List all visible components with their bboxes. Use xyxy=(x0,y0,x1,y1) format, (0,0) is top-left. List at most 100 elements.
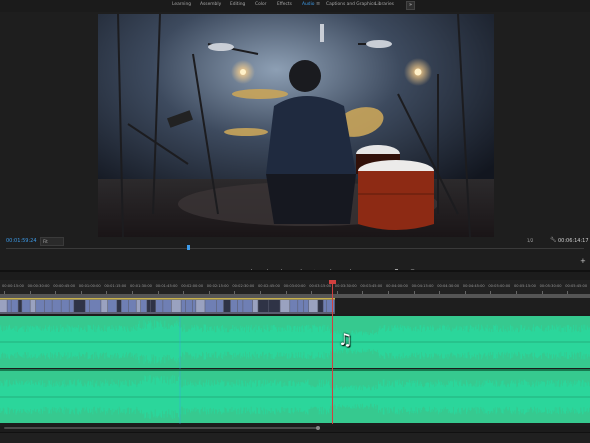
workspace-menu-icon[interactable]: ≡ xyxy=(316,1,320,7)
ruler-tick-label: 00:04:30:00 xyxy=(437,284,459,288)
timeline-bottom-bar xyxy=(0,432,590,443)
ruler-tick-label: 00:04:15:00 xyxy=(412,284,434,288)
video-clip xyxy=(108,300,116,312)
video-clip xyxy=(163,300,171,312)
video-clip xyxy=(90,300,101,312)
video-clip xyxy=(327,300,335,312)
video-clip xyxy=(172,300,181,312)
video-clip xyxy=(45,300,52,312)
ruler-tick-label: 00:05:15:00 xyxy=(514,284,536,288)
duration-timecode: 00:06:14:17 xyxy=(558,238,589,244)
video-clip xyxy=(0,300,7,312)
video-clip xyxy=(117,300,121,312)
video-clip xyxy=(258,300,268,312)
video-clip xyxy=(243,300,252,312)
ruler-tick-label: 00:02:15:00 xyxy=(207,284,229,288)
video-clip xyxy=(205,300,216,312)
ruler-tick-label: 00:02:30:00 xyxy=(232,284,254,288)
ruler-tick-label: 00:03:45:00 xyxy=(360,284,382,288)
workspace-tab-editing[interactable]: Editing xyxy=(230,2,245,7)
button-editor-add-button[interactable]: + xyxy=(580,257,586,265)
ruler-tick-label: 00:05:45:00 xyxy=(565,284,587,288)
video-clip xyxy=(101,300,107,312)
video-clip xyxy=(11,300,17,312)
program-monitor-video-frame xyxy=(98,14,494,237)
video-clip xyxy=(224,300,230,312)
workspace-tab-audio[interactable]: Audio xyxy=(302,2,314,7)
transport-controls: ▾ | | |← ◂| ▶ |▸ →| ⊏ ⊐ ◘ ⊞ xyxy=(230,258,418,266)
timeline-time-ruler[interactable]: 00:00:15:00 00:00:30:0000:00:45:00 00:01:0… xyxy=(0,280,590,294)
video-clip xyxy=(304,300,308,312)
monitor-scrub-bar[interactable] xyxy=(6,248,584,249)
ruler-tick-label: 00:01:45:00 xyxy=(156,284,178,288)
ruler-tick-label: 00:04:00:00 xyxy=(386,284,408,288)
video-clip xyxy=(122,300,128,312)
monitor-playhead-marker[interactable] xyxy=(187,245,190,250)
video-clip xyxy=(269,300,280,312)
wrench-icon[interactable]: 🔧︎ xyxy=(550,237,556,243)
timeline-playhead-handle[interactable] xyxy=(329,280,336,284)
workspace-tab-captions-and-graphics[interactable]: Captions and Graphics xyxy=(326,2,376,7)
timeline-playhead[interactable] xyxy=(332,280,333,424)
drummer-studio-scene-image xyxy=(98,14,494,237)
timeline-scroll-thumb[interactable] xyxy=(4,427,318,429)
video-clip xyxy=(217,300,223,312)
video-clips[interactable] xyxy=(0,298,335,314)
workspace-tab-color[interactable]: Color xyxy=(255,2,266,7)
current-timecode[interactable]: 00:01:59:24 xyxy=(6,238,37,244)
video-clip xyxy=(280,300,289,312)
video-clip xyxy=(231,300,237,312)
video-clip xyxy=(86,300,89,312)
video-clip xyxy=(22,300,30,312)
ruler-tick-label: 00:01:15:00 xyxy=(104,284,126,288)
video-clip xyxy=(74,300,85,312)
ruler-tick-label: 00:03:30:00 xyxy=(335,284,357,288)
ruler-tick-label: 00:05:00:00 xyxy=(488,284,510,288)
ruler-tick-label: 00:01:00:00 xyxy=(79,284,101,288)
ruler-tick-label: 00:03:15:00 xyxy=(309,284,331,288)
video-clip xyxy=(61,300,68,312)
ruler-tick-label: 00:01:30:00 xyxy=(130,284,152,288)
video-track-v1[interactable] xyxy=(0,298,335,314)
video-clip xyxy=(156,300,163,312)
ruler-tick-label: 00:00:15:00 xyxy=(2,284,24,288)
video-track-empty-area[interactable] xyxy=(335,298,590,314)
video-clip xyxy=(253,300,258,312)
timeline-scroll-handle[interactable] xyxy=(316,426,320,430)
video-clip xyxy=(298,300,303,312)
zoom-level-select[interactable]: Fit xyxy=(40,237,64,246)
video-clip xyxy=(129,300,136,312)
video-clip xyxy=(147,300,150,312)
music-note-cursor-icon: ♫ xyxy=(338,330,352,349)
video-clip xyxy=(7,300,10,312)
video-clip xyxy=(30,300,35,312)
video-clip xyxy=(52,300,60,312)
video-clip xyxy=(309,300,318,312)
workspace-tab-assembly[interactable]: Assembly xyxy=(200,2,221,7)
video-clip xyxy=(18,300,21,312)
video-clip xyxy=(137,300,141,312)
ruler-tick-label: 00:00:30:00 xyxy=(28,284,50,288)
workspace-tab-learning[interactable]: Learning xyxy=(172,2,191,7)
video-clip xyxy=(238,300,243,312)
ruler-tick-label: 00:03:00:00 xyxy=(284,284,306,288)
workspace-tab-effects[interactable]: Effects xyxy=(277,2,292,7)
video-clip xyxy=(151,300,156,312)
video-clip xyxy=(196,300,205,312)
ruler-tick-label: 00:04:45:00 xyxy=(463,284,485,288)
video-clip xyxy=(193,300,196,312)
audio-channel-divider xyxy=(0,369,590,371)
video-clip xyxy=(70,300,74,312)
video-track-selection-line xyxy=(0,298,335,300)
ruler-tick-label: 00:05:30:00 xyxy=(540,284,562,288)
workspace-overflow-icon[interactable]: » xyxy=(406,1,415,10)
ruler-tick-label: 00:02:00:00 xyxy=(181,284,203,288)
playback-resolution-select[interactable]: 1/2 xyxy=(527,237,547,244)
workspace-tab-libraries[interactable]: Libraries xyxy=(375,2,394,7)
video-clip xyxy=(290,300,297,312)
video-clip xyxy=(36,300,44,312)
video-clip xyxy=(324,300,326,312)
video-clip xyxy=(181,300,185,312)
ruler-tick-label: 00:00:45:00 xyxy=(53,284,75,288)
video-clip xyxy=(318,300,323,312)
